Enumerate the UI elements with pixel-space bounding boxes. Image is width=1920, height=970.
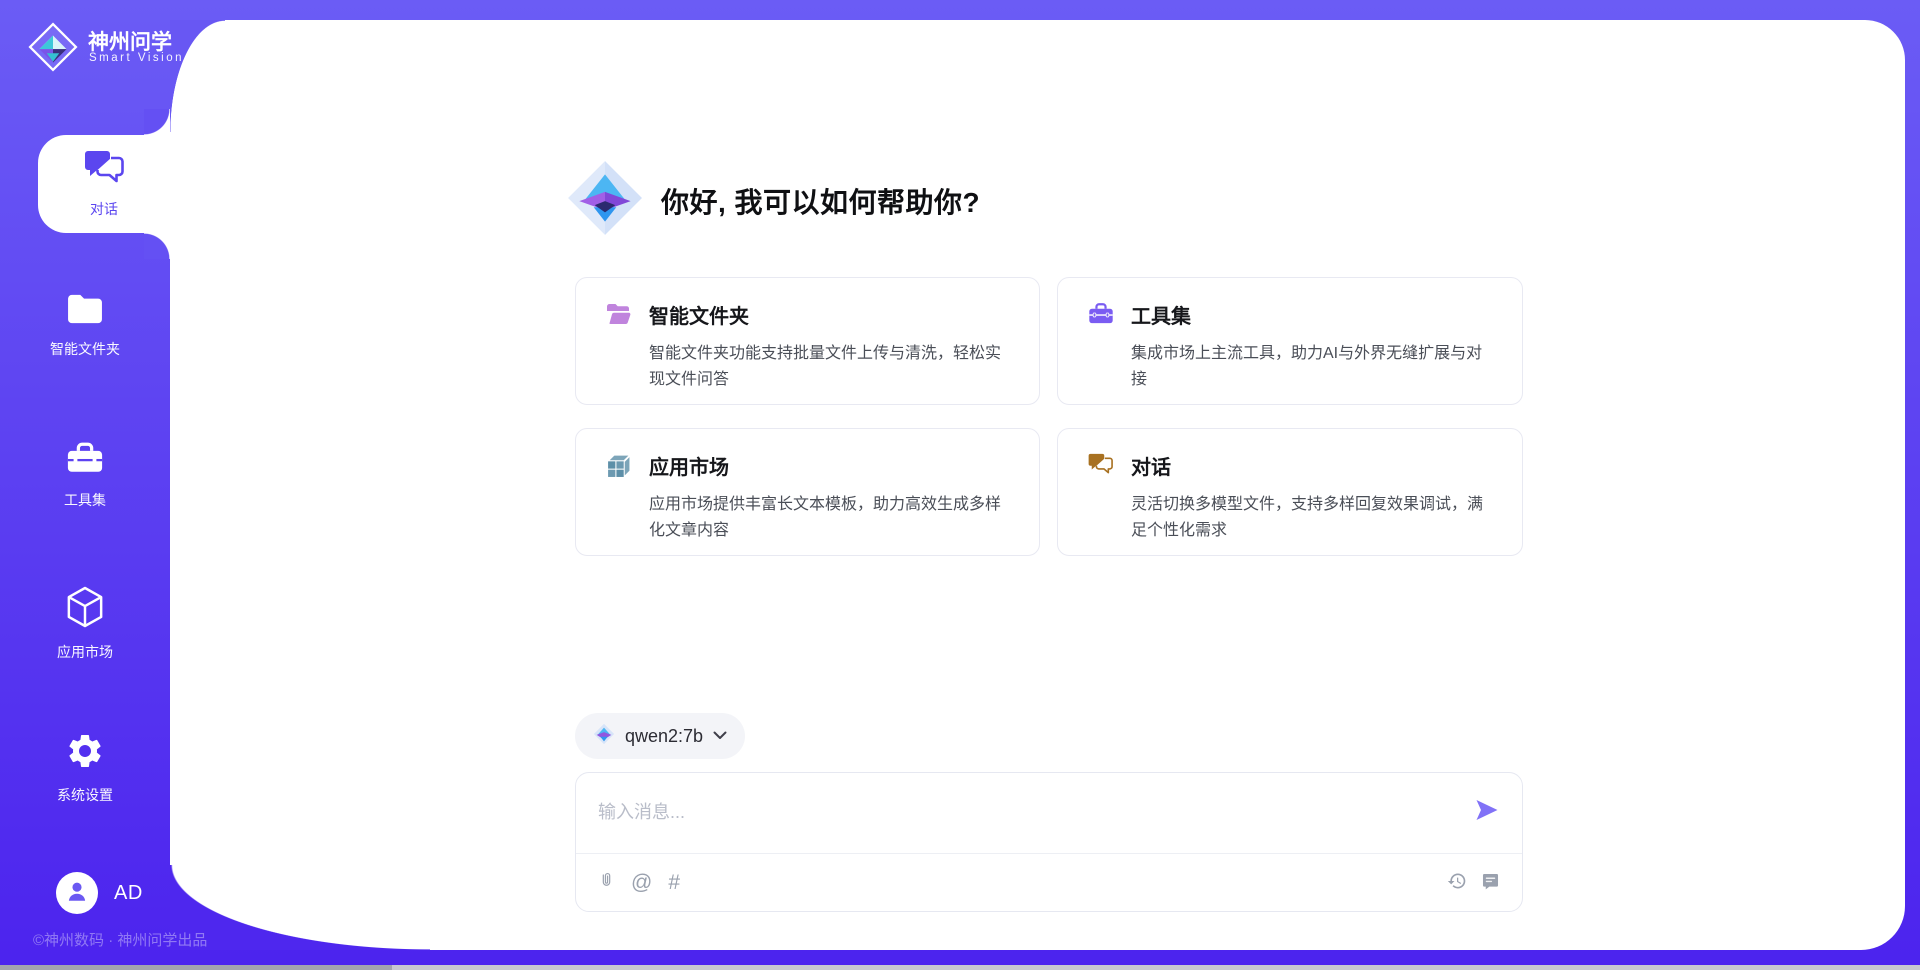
card-text: 对话 灵活切换多模型文件，支持多样回复效果调试，满足个性化需求: [1131, 451, 1494, 555]
card-title: 应用市场: [649, 451, 1011, 480]
card-app-market[interactable]: 应用市场 应用市场提供丰富长文本模板，助力高效生成多样化文章内容: [575, 428, 1040, 556]
sidebar-footer: ©神州数码 · 神州问学出品: [33, 929, 207, 950]
message-composer: @ #: [575, 772, 1523, 912]
folder-icon: [66, 293, 104, 330]
toolbox-icon: [66, 441, 104, 481]
paperclip-icon: [598, 870, 615, 895]
composer-toolbar: @ #: [576, 853, 1522, 911]
model-selector[interactable]: qwen2:7b: [575, 713, 745, 759]
greeting-block: 你好, 我可以如何帮助你?: [565, 158, 980, 243]
sidebar-item-label: 工具集: [64, 490, 106, 510]
panel-corner-curve-bottom: [170, 865, 430, 950]
brand-subtitle: Smart Vision: [89, 52, 184, 64]
brand-diamond-logo: [28, 59, 78, 76]
avatar: [56, 872, 98, 914]
sidebar-item-label: 系统设置: [57, 785, 113, 805]
folder-open-icon: [606, 302, 632, 404]
main-content: 你好, 我可以如何帮助你? 智能文件夹 智能文件夹功能支持批量文件上传与清洗，轻…: [575, 20, 1523, 950]
card-description: 灵活切换多模型文件，支持多样回复效果调试，满足个性化需求: [1131, 492, 1494, 545]
tab-fillet-bottom: [144, 233, 170, 259]
composer-tools-right: [1447, 871, 1500, 894]
card-text: 智能文件夹 智能文件夹功能支持批量文件上传与清洗，轻松实现文件问答: [649, 300, 1011, 404]
sidebar-item-toolset[interactable]: 工具集: [0, 441, 170, 513]
briefcase-icon: [1088, 302, 1114, 404]
send-button[interactable]: [1472, 795, 1502, 825]
person-icon: [64, 878, 90, 909]
main-panel: 你好, 我可以如何帮助你? 智能文件夹 智能文件夹功能支持批量文件上传与清洗，轻…: [170, 20, 1905, 950]
sidebar-item-chat[interactable]: 对话: [38, 135, 170, 233]
brand-diamond-logo-large: [565, 158, 645, 243]
model-name: qwen2:7b: [625, 726, 703, 747]
model-logo-icon: [593, 723, 615, 750]
mention-icon[interactable]: @: [631, 872, 652, 893]
card-title: 对话: [1131, 451, 1494, 480]
card-chat[interactable]: 对话 灵活切换多模型文件，支持多样回复效果调试，满足个性化需求: [1057, 428, 1523, 556]
card-title: 智能文件夹: [649, 300, 1011, 329]
card-smart-folder[interactable]: 智能文件夹 智能文件夹功能支持批量文件上传与清洗，轻松实现文件问答: [575, 277, 1040, 405]
topic-icon[interactable]: #: [668, 872, 680, 893]
card-description: 集成市场上主流工具，助力AI与外界无缝扩展与对接: [1131, 341, 1494, 394]
chevron-down-icon: [713, 727, 727, 745]
window-bottom-edge: [0, 965, 1920, 970]
sidebar-item-label: 智能文件夹: [50, 339, 120, 359]
cube-icon: [66, 586, 104, 633]
card-title: 工具集: [1131, 300, 1494, 329]
composer-tools-left: @ #: [598, 870, 680, 895]
chat-template-icon: [1481, 872, 1500, 894]
history-button[interactable]: [1447, 871, 1467, 894]
history-icon: [1447, 871, 1467, 894]
templates-button[interactable]: [1481, 872, 1500, 894]
attachment-button[interactable]: [598, 870, 615, 895]
card-text: 应用市场 应用市场提供丰富长文本模板，助力高效生成多样化文章内容: [649, 451, 1011, 555]
cube-grid-icon: [606, 453, 632, 555]
brand-header: 神州问学 Smart Vision: [28, 22, 78, 77]
card-description: 智能文件夹功能支持批量文件上传与清洗，轻松实现文件问答: [649, 341, 1011, 394]
card-text: 工具集 集成市场上主流工具，助力AI与外界无缝扩展与对接: [1131, 300, 1494, 404]
user-initials: AD: [114, 882, 143, 905]
sidebar-item-smart-folder[interactable]: 智能文件夹: [0, 293, 170, 365]
card-description: 应用市场提供丰富长文本模板，助力高效生成多样化文章内容: [649, 492, 1011, 545]
sidebar-item-settings[interactable]: 系统设置: [0, 731, 170, 803]
sidebar-item-label: 应用市场: [57, 642, 113, 662]
gear-icon: [65, 731, 105, 776]
tab-fillet-top: [144, 109, 170, 135]
greeting-text: 你好, 我可以如何帮助你?: [661, 181, 980, 221]
chat-icon: [84, 150, 124, 191]
chat-bubbles-icon: [1088, 453, 1114, 555]
user-profile[interactable]: AD: [56, 872, 143, 914]
sidebar-item-app-market[interactable]: 应用市场: [0, 586, 170, 658]
card-toolset[interactable]: 工具集 集成市场上主流工具，助力AI与外界无缝扩展与对接: [1057, 277, 1523, 405]
message-input[interactable]: [598, 791, 1458, 833]
sidebar-item-label: 对话: [90, 199, 118, 219]
shortcut-cards: 智能文件夹 智能文件夹功能支持批量文件上传与清洗，轻松实现文件问答 工具集: [575, 277, 1523, 556]
